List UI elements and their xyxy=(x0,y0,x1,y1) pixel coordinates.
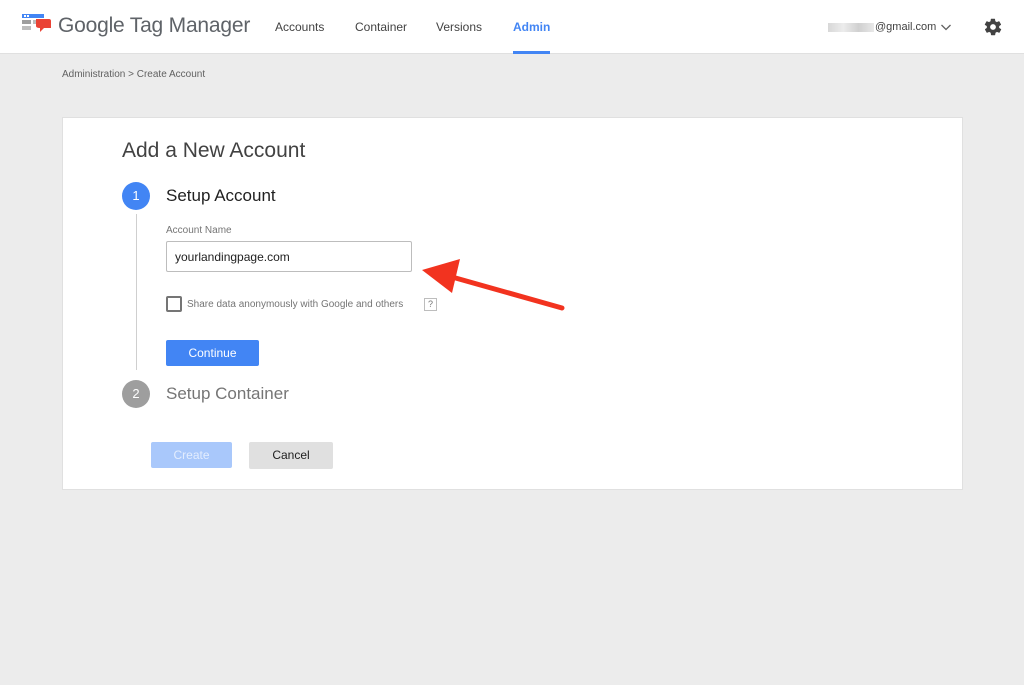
share-data-label[interactable]: Share data anonymously with Google and o… xyxy=(187,299,403,310)
nav-accounts[interactable]: Accounts xyxy=(275,0,324,54)
account-name-input[interactable] xyxy=(166,241,412,272)
cancel-button[interactable]: Cancel xyxy=(249,442,333,469)
step-1-badge: 1 xyxy=(122,182,150,210)
account-switcher[interactable]: @gmail.com xyxy=(828,0,936,54)
stepper-line xyxy=(136,214,137,370)
nav-container[interactable]: Container xyxy=(355,0,407,54)
step-1-title[interactable]: Setup Account xyxy=(166,186,276,206)
annotation-arrow-icon xyxy=(422,259,565,311)
continue-button[interactable]: Continue xyxy=(166,340,259,366)
step-2-badge: 2 xyxy=(122,380,150,408)
nav-versions[interactable]: Versions xyxy=(436,0,482,54)
gear-icon[interactable] xyxy=(983,17,1003,37)
top-app-bar: Google Tag Manager Accounts Container Ve… xyxy=(0,0,1024,54)
nav-admin[interactable]: Admin xyxy=(513,0,551,54)
app-title: Google Tag Manager xyxy=(58,14,251,37)
share-data-checkbox[interactable] xyxy=(166,296,182,312)
account-name-label: Account Name xyxy=(166,225,232,236)
tag-manager-logo-icon xyxy=(22,14,51,32)
step-2-title[interactable]: Setup Container xyxy=(166,384,289,404)
page-title: Add a New Account xyxy=(122,139,306,162)
redacted-email-blur xyxy=(828,22,874,32)
account-email: @gmail.com xyxy=(875,21,937,33)
chevron-down-icon[interactable] xyxy=(940,21,952,33)
breadcrumb: Administration > Create Account xyxy=(62,69,206,80)
create-button[interactable]: Create xyxy=(151,442,232,468)
